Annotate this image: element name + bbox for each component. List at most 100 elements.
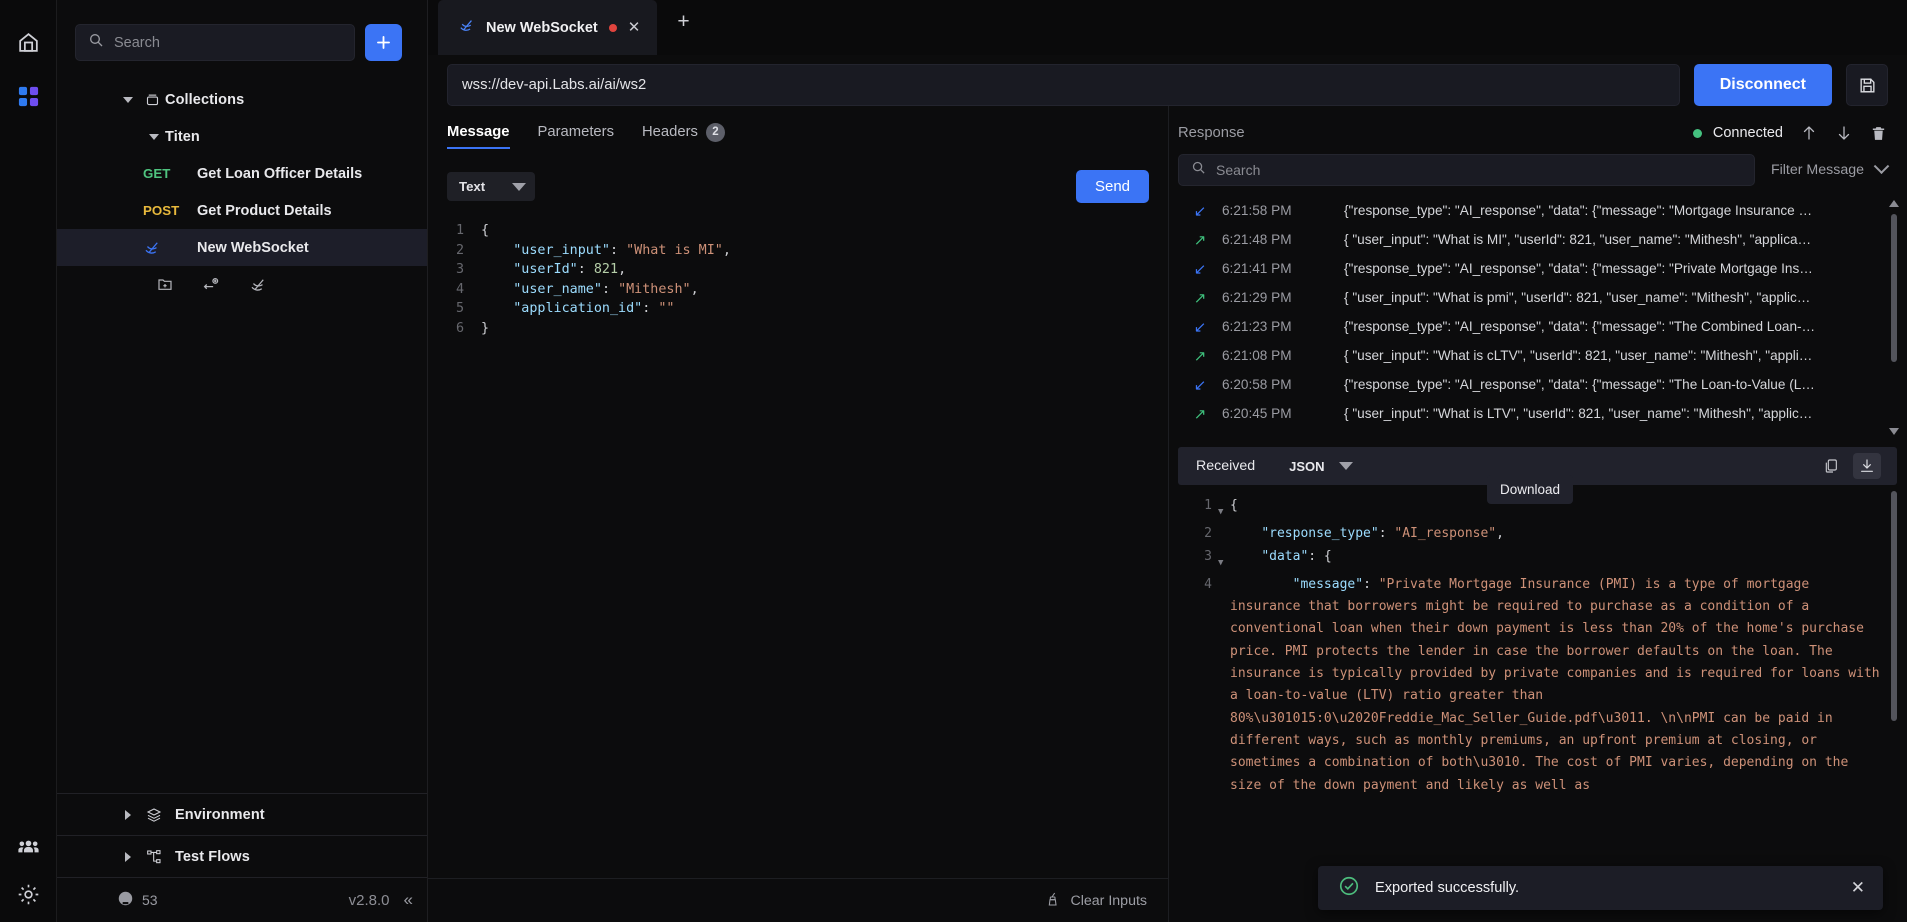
message-timestamp: 6:21:08 PM [1222,348,1344,363]
tab-headers[interactable]: Headers 2 [642,123,725,151]
response-body-scrollbar[interactable] [1891,491,1897,922]
tree-row-folder[interactable]: Titen [57,118,427,155]
arrow-down-icon[interactable] [1835,124,1853,142]
message-preview: {"response_type": "AI_response", "data":… [1344,203,1907,218]
new-tab-button[interactable]: + [657,10,709,34]
url-input-wrap[interactable] [447,64,1680,106]
chevron-down-icon[interactable] [143,134,165,140]
scroll-up-icon[interactable] [1889,200,1899,207]
message-row[interactable]: ↗6:21:29 PM{ "user_input": "What is pmi"… [1169,283,1907,312]
message-timestamp: 6:21:58 PM [1222,203,1344,218]
tab-message-label: Message [447,124,510,140]
clear-inputs-button[interactable]: Clear Inputs [428,878,1168,922]
response-search-input[interactable] [1216,162,1742,178]
message-row[interactable]: ↙6:20:58 PM{"response_type": "AI_respons… [1169,370,1907,399]
body-type-select[interactable]: Text [447,172,535,201]
request-item-get-product-details[interactable]: POST Get Product Details [57,192,427,229]
incoming-arrow-icon: ↙ [1178,202,1222,220]
message-list[interactable]: ↙6:21:58 PM{"response_type": "AI_respons… [1169,186,1907,441]
send-button[interactable]: Send [1076,170,1149,203]
disconnect-button[interactable]: Disconnect [1694,64,1832,106]
tab-message[interactable]: Message [447,124,510,149]
copy-icon[interactable] [1817,453,1845,479]
tab-parameters-label: Parameters [538,124,614,140]
new-folder-icon[interactable] [157,276,173,299]
incoming-arrow-icon: ↙ [1178,376,1222,394]
download-icon[interactable] [1853,453,1881,479]
collapse-sidebar-button[interactable]: « [404,890,413,910]
github-stars[interactable]: 53 [117,890,158,910]
url-input[interactable] [462,77,1665,93]
search-icon [1191,160,1206,180]
tab-parameters[interactable]: Parameters [538,124,614,149]
close-icon[interactable]: ✕ [628,20,641,35]
tree-row-collections[interactable]: Collections [57,81,427,118]
response-pane: Response Connected [1169,106,1907,922]
body-split: Message Parameters Headers 2 Text [428,106,1907,922]
message-row[interactable]: ↗6:21:48 PM{ "user_input": "What is MI",… [1169,225,1907,254]
request-item-get-loan-officer-details[interactable]: GET Get Loan Officer Details [57,155,427,192]
format-select-value[interactable]: JSON [1289,459,1324,474]
response-search-box[interactable] [1178,154,1755,186]
message-timestamp: 6:21:23 PM [1222,319,1344,334]
request-toolbar: Text Send [428,153,1168,203]
scrollbar-thumb[interactable] [1891,214,1897,362]
message-row[interactable]: ↗6:20:45 PM{ "user_input": "What is LTV"… [1169,399,1907,428]
fold-toggle-icon[interactable]: ▼ [1218,495,1230,523]
tab-new-websocket[interactable]: New WebSocket ✕ [438,0,657,55]
fold-toggle-icon [1218,523,1230,545]
code-line: 4 "user_name": "Mithesh", [447,280,1168,300]
save-icon[interactable] [1846,64,1888,106]
arrow-up-icon[interactable] [1800,124,1818,142]
trash-icon[interactable] [1870,125,1887,142]
outgoing-arrow-icon: ↗ [1178,347,1222,365]
scrollbar-thumb[interactable] [1891,491,1897,721]
message-timestamp: 6:21:41 PM [1222,261,1344,276]
collections-label: Collections [165,92,244,108]
gear-icon[interactable] [8,874,48,914]
message-row[interactable]: ↗6:21:08 PM{ "user_input": "What is cLTV… [1169,341,1907,370]
response-title: Response [1178,125,1245,141]
add-button[interactable] [365,24,402,61]
search-box[interactable] [75,24,355,61]
message-row[interactable]: ↙6:21:58 PM{"response_type": "AI_respons… [1169,196,1907,225]
sidebar-section-test-flows[interactable]: Test Flows [57,835,427,877]
left-rail [0,0,57,922]
search-icon [88,32,104,53]
response-body-viewer[interactable]: 1▼{2 "response_type": "AI_response",3▼ "… [1169,485,1907,922]
message-list-scrollbar[interactable] [1891,200,1897,435]
request-item-new-websocket[interactable]: New WebSocket [57,229,427,266]
line-number: 1 [1178,495,1218,523]
new-request-icon[interactable] [202,276,220,299]
apps-icon[interactable] [8,76,48,116]
chevron-down-icon[interactable] [117,97,139,103]
search-input[interactable] [114,35,342,51]
message-editor[interactable]: 1{2 "user_input": "What is MI",3 "userId… [428,203,1168,878]
message-timestamp: 6:21:48 PM [1222,232,1344,247]
team-icon[interactable] [8,826,48,866]
chevron-right-icon[interactable] [117,852,139,862]
code-line-text: "user_input": "What is MI", [481,241,731,261]
chevron-down-icon[interactable] [1339,462,1353,470]
chevron-right-icon[interactable] [117,810,139,820]
filter-message-dropdown[interactable]: Filter Message [1771,162,1887,178]
incoming-arrow-icon: ↙ [1178,260,1222,278]
scroll-down-icon[interactable] [1889,428,1899,435]
tab-title: New WebSocket [486,20,598,36]
code-line-text: { [481,221,489,241]
close-icon[interactable]: ✕ [1851,878,1865,898]
line-number: 5 [447,299,481,319]
websocket-icon [458,17,475,39]
new-websocket-icon[interactable] [249,276,267,299]
fold-toggle-icon[interactable]: ▼ [1218,546,1230,574]
sidebar-section-environment[interactable]: Environment [57,793,427,835]
fold-toggle-icon [1218,574,1230,797]
line-number: 2 [447,241,481,261]
collection-icon [139,92,165,107]
viewer-actions [1817,453,1881,479]
home-icon[interactable] [8,22,48,62]
message-row[interactable]: ↙6:21:23 PM{"response_type": "AI_respons… [1169,312,1907,341]
collections-tree: Collections Titen GET Get Loan Officer D… [57,61,427,793]
message-row[interactable]: ↙6:21:41 PM{"response_type": "AI_respons… [1169,254,1907,283]
app-root: Collections Titen GET Get Loan Officer D… [0,0,1907,922]
